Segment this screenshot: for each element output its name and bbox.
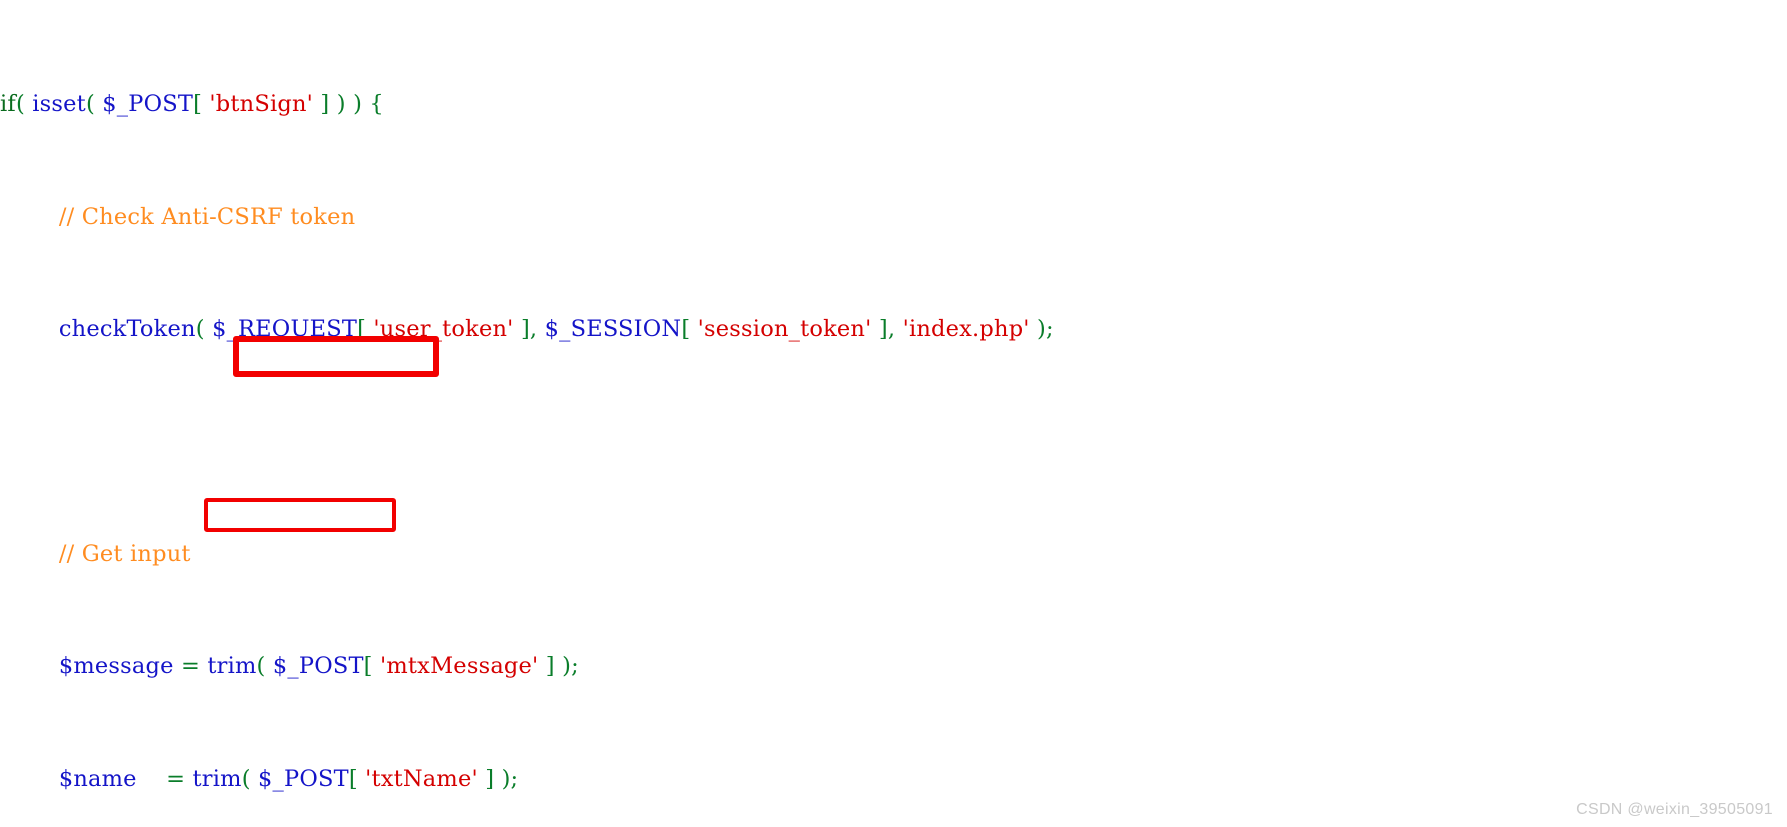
code-block: if( isset( $_POST[ 'btnSign' ] ) ) { // …	[0, 0, 1604, 827]
watermark-text: CSDN @weixin_39505091	[1576, 801, 1773, 818]
code-line: checkToken( $_REQUEST[ 'user_token' ], $…	[58, 316, 1054, 343]
code-line: $name = trim( $_POST[ 'txtName' ] );	[58, 765, 519, 792]
code-line: // Get input	[58, 540, 191, 567]
code-line: // Check Anti-CSRF token	[58, 203, 356, 230]
code-line: $message = trim( $_POST[ 'mtxMessage' ] …	[58, 653, 579, 680]
code-line: if( isset( $_POST[ 'btnSign' ] ) ) {	[0, 91, 384, 118]
code-screenshot: if( isset( $_POST[ 'btnSign' ] ) ) { // …	[0, 0, 1787, 827]
